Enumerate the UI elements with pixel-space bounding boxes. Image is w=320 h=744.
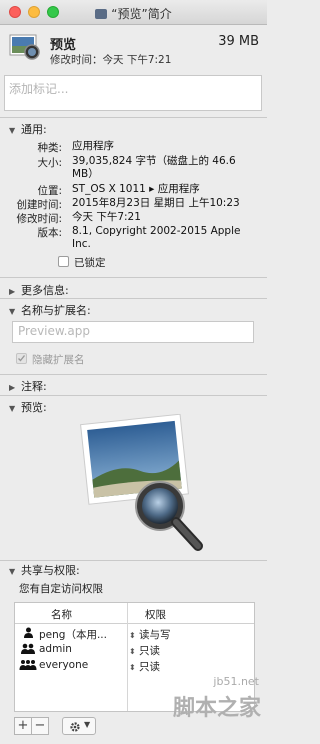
add-user-button[interactable]: + [14,717,32,735]
section-preview-title: 预览: [21,401,47,414]
preview-large-icon [80,413,203,551]
section-general-title: 通用: [21,123,47,136]
table-row[interactable]: peng（本用... ⬍ 读与写 [15,625,254,641]
info-header: 预览 39 MB 修改时间：今天 下午7:21 [0,24,267,72]
filename-input[interactable]: Preview.app [12,321,254,343]
disclosure-open-icon: ▼ [9,567,16,576]
section-preview-header[interactable]: ▼ 预览: [9,399,47,415]
section-comments-title: 注释: [21,380,47,393]
location-label: 位置: [37,185,62,197]
disclosure-closed-icon: ▶ [9,383,16,392]
column-header-name[interactable]: 名称 [51,607,72,622]
privilege-value: 只读 [139,661,161,673]
locked-label: 已锁定 [74,257,106,269]
kind-value: 应用程序 [72,140,114,152]
permissions-toolbar: + − ▼ [14,717,255,737]
divider [0,298,267,299]
section-general-header[interactable]: ▼ 通用: [9,121,47,137]
general-row-version: 版本: 8.1, Copyright 2002-2015 Apple Inc. [0,225,267,253]
kind-label: 种类: [37,142,62,154]
privilege-value: 只读 [139,645,161,657]
divider [0,117,267,118]
permission-privilege[interactable]: ⬍ 只读 [129,659,160,674]
permissions-header: 名称 权限 [15,603,254,624]
disclosure-open-icon: ▼ [9,126,16,135]
divider [0,560,267,561]
preview-app-icon [9,34,40,60]
divider [0,395,267,396]
modified-value: 今天 下午7:21 [72,211,141,223]
general-row-modified: 修改时间: 今天 下午7:21 [0,211,267,225]
tags-field[interactable]: 添加标记... [4,75,262,111]
updown-arrows-icon: ⬍ [129,631,136,640]
general-row-size: 大小: 39,035,824 字节（磁盘上的 46.6 MB） [0,155,267,183]
divider [0,277,267,278]
version-value: 8.1, Copyright 2002-2015 Apple Inc. [72,225,241,250]
preview-area [0,413,267,556]
section-more-info-title: 更多信息: [21,284,69,297]
section-comments-header[interactable]: ▶ 注释: [9,378,47,394]
permission-user-name: admin [39,643,72,655]
location-value: ST_OS X 1011 ▸ 应用程序 [72,183,200,195]
section-sharing-header[interactable]: ▼ 共享与权限: [9,562,80,578]
created-value: 2015年8月23日 星期日 上午10:23 [72,197,240,209]
permission-user-name: everyone [39,659,89,671]
table-row[interactable]: admin ⬍ 只读 [15,641,254,657]
updown-arrows-icon: ⬍ [129,663,136,672]
locked-checkbox[interactable] [58,256,69,267]
action-menu-button[interactable]: ▼ [62,717,96,735]
disclosure-closed-icon: ▶ [9,287,16,296]
remove-user-button[interactable]: − [31,717,49,735]
preview-file-icon [95,9,108,19]
permission-privilege[interactable]: ⬍ 读与写 [129,627,171,642]
updown-arrows-icon: ⬍ [129,647,136,656]
section-sharing-title: 共享与权限: [21,564,80,577]
general-row-location: 位置: ST_OS X 1011 ▸ 应用程序 [0,183,267,197]
privilege-value: 读与写 [139,629,171,641]
checkmark-icon [18,355,26,362]
window-title: “预览”简介 [0,5,267,22]
created-label: 创建时间: [16,199,62,211]
column-header-privilege[interactable]: 权限 [145,607,166,622]
hide-extension-checkbox[interactable] [16,353,27,364]
watermark-domain: jb51.net [213,675,259,688]
general-row-kind: 种类: 应用程序 [0,140,267,154]
permission-privilege[interactable]: ⬍ 只读 [129,643,160,658]
app-size: 39 MB [218,34,259,49]
table-row[interactable]: everyone ⬍ 只读 [15,657,254,673]
divider [0,374,267,375]
version-label: 版本: [37,227,62,239]
section-more-info-header[interactable]: ▶ 更多信息: [9,282,69,298]
size-value: 39,035,824 字节（磁盘上的 46.6 MB） [72,155,236,180]
app-name: 预览 [50,38,77,53]
tags-placeholder: 添加标记... [9,82,69,96]
section-name-ext-title: 名称与扩展名: [21,304,91,317]
chevron-down-icon: ▼ [84,720,91,729]
size-label: 大小: [37,157,62,169]
gear-icon [70,722,80,732]
title-bar: “预览”简介 [0,0,267,25]
app-modified-time: 修改时间：今天 下午7:21 [50,54,172,66]
modified-label: 修改时间: [16,213,62,225]
sharing-subtitle: 您有自定访问权限 [19,583,103,595]
group-icon [21,643,35,654]
general-row-created: 创建时间: 2015年8月23日 星期日 上午10:23 [0,197,267,211]
user-icon [24,627,33,638]
disclosure-open-icon: ▼ [9,307,16,316]
disclosure-open-icon: ▼ [9,404,16,413]
permission-user-name: peng（本用... [39,629,107,641]
section-name-ext-header[interactable]: ▼ 名称与扩展名: [9,302,91,318]
window-title-text: “预览”简介 [111,7,172,21]
hide-extension-label: 隐藏扩展名 [32,354,85,366]
everyone-icon [19,660,37,670]
